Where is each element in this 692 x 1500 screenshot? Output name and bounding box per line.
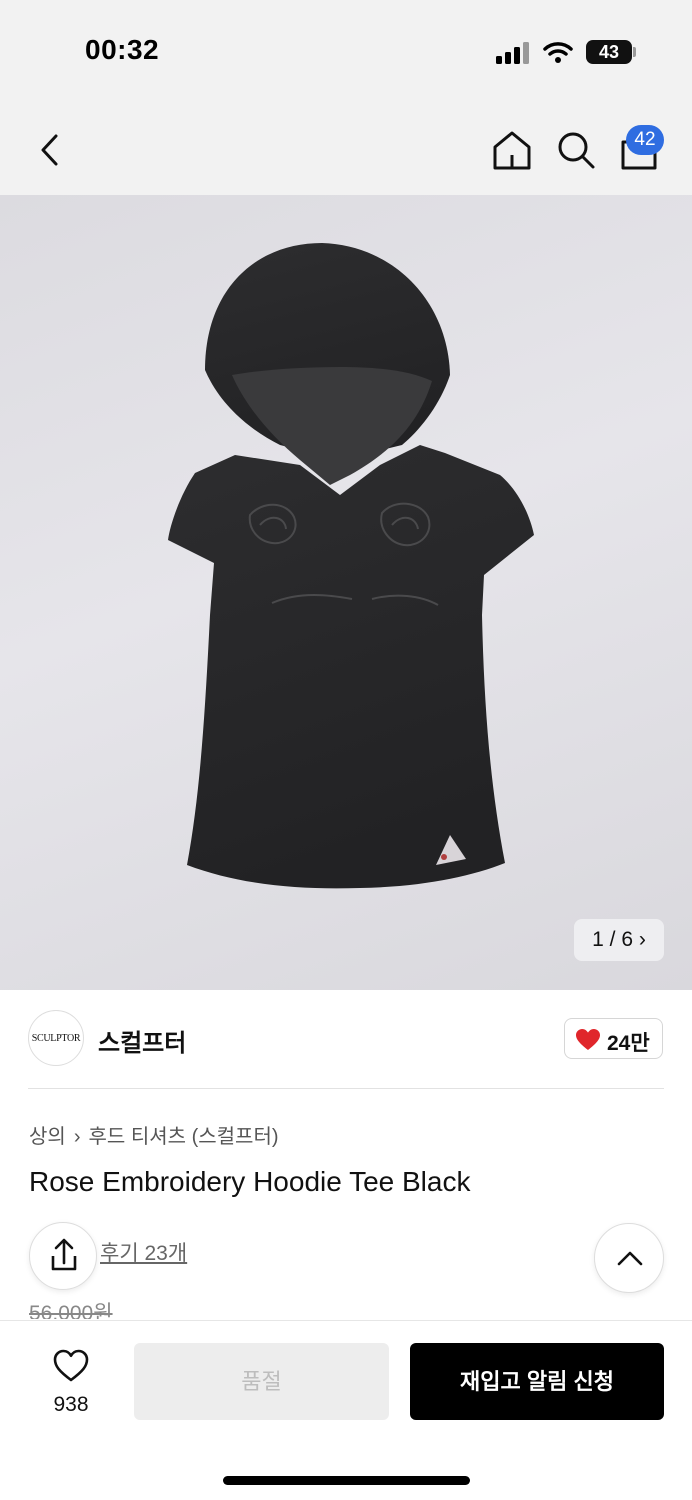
product-title: Rose Embroidery Hoodie Tee Black xyxy=(29,1166,471,1197)
brand-like-button[interactable]: 24만 xyxy=(564,1018,663,1059)
heart-icon xyxy=(576,1029,600,1050)
home-indicator xyxy=(223,1476,470,1485)
breadcrumb-category[interactable]: 상의 xyxy=(29,1126,66,1148)
search-icon[interactable] xyxy=(555,128,597,172)
breadcrumb-separator: › xyxy=(73,1126,81,1148)
chevron-up-icon xyxy=(617,1251,643,1266)
share-button[interactable] xyxy=(29,1222,97,1290)
battery-icon: 43 xyxy=(586,40,632,64)
status-time: 00:32 xyxy=(85,34,160,65)
divider xyxy=(28,1088,664,1089)
brand-row[interactable]: SCULPTOR 스컬프터 24만 xyxy=(0,990,692,1088)
bottom-action-bar: 938 품절 재입고 알림 신청 xyxy=(0,1320,692,1500)
status-bar: 00:32 43 xyxy=(0,0,692,100)
breadcrumb-subcategory[interactable]: 후드 티셔츠 (스컬프터) xyxy=(88,1126,278,1148)
brand-logo[interactable]: SCULPTOR xyxy=(28,1010,84,1066)
home-icon[interactable] xyxy=(491,128,533,172)
image-page-counter[interactable]: 1 / 6 › xyxy=(574,919,664,961)
original-price: 56,000원 xyxy=(29,1302,113,1319)
brand-like-count: 24만 xyxy=(607,1032,650,1055)
heart-outline-icon xyxy=(53,1349,89,1382)
hoodie-tee-illustration xyxy=(168,243,534,889)
wishlist-count: 938 xyxy=(53,1393,89,1416)
cellular-signal-icon xyxy=(496,42,532,64)
wifi-icon xyxy=(543,42,573,63)
sold-out-button[interactable]: 품절 xyxy=(134,1343,389,1420)
product-image[interactable] xyxy=(0,195,692,990)
share-icon xyxy=(51,1238,77,1271)
cart-count-badge: 42 xyxy=(626,125,664,155)
review-count-link[interactable]: 후기 23개 xyxy=(100,1237,187,1267)
brand-name[interactable]: 스컬프터 xyxy=(98,1023,186,1058)
breadcrumb: 상의 › 후드 티셔츠 (스컬프터) xyxy=(29,1120,279,1149)
top-navigation xyxy=(0,100,692,195)
battery-cap xyxy=(633,47,636,57)
restock-notification-button[interactable]: 재입고 알림 신청 xyxy=(410,1343,664,1420)
wishlist-button[interactable]: 938 xyxy=(40,1349,102,1419)
scroll-to-top-button[interactable] xyxy=(594,1223,664,1293)
back-icon[interactable] xyxy=(30,128,70,172)
